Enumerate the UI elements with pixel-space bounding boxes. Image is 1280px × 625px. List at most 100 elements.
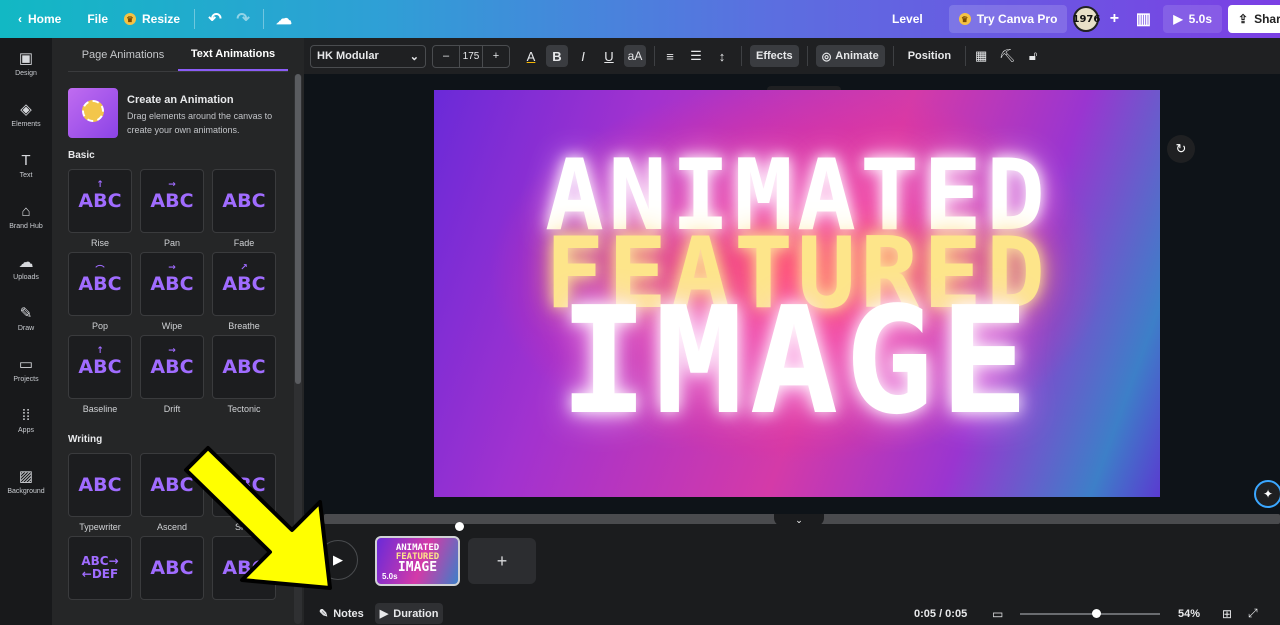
animation-label: Wipe — [161, 321, 183, 331]
list-icon[interactable]: ☰ — [685, 45, 707, 67]
effects-button[interactable]: Effects — [750, 45, 799, 67]
animation-option[interactable]: → ABC Pan — [140, 169, 204, 252]
play-preview-button[interactable]: ▶ 5.0s — [1163, 5, 1222, 33]
rail-item-text[interactable]: T Text — [0, 140, 52, 191]
headline-line-3[interactable]: IMAGE — [434, 287, 1160, 435]
animation-preview-text: ABC — [150, 273, 194, 295]
divider — [806, 46, 808, 66]
redo-icon[interactable]: ↷ — [229, 5, 257, 33]
divider — [965, 46, 967, 66]
animation-preview-tile[interactable]: ⌒ ABC — [68, 252, 132, 316]
zoom-slider[interactable] — [1020, 609, 1160, 618]
animation-preview-tile[interactable]: ↗ ABC — [212, 252, 276, 316]
increase-font-size-button[interactable]: + — [483, 46, 509, 67]
text-color-icon[interactable]: A — [520, 45, 542, 67]
home-button[interactable]: ‹ Home — [10, 5, 69, 33]
underline-icon[interactable]: U — [598, 45, 620, 67]
chevron-left-icon: ‹ — [18, 12, 22, 26]
collapse-chevron-icon[interactable]: ⌄ — [774, 514, 824, 526]
animation-option[interactable]: ABC Fade — [212, 169, 276, 252]
animation-option[interactable]: ABC Typewriter — [68, 453, 132, 536]
notes-button[interactable]: ✎ Notes — [314, 603, 369, 624]
animation-option[interactable]: → ABC Drift — [140, 335, 204, 418]
playhead-marker[interactable] — [455, 522, 464, 531]
magic-assistant-icon[interactable]: ✦ — [1254, 480, 1280, 508]
create-animation-description: Drag elements around the canvas to creat… — [127, 111, 273, 135]
animation-preview-tile[interactable]: → ABC — [140, 169, 204, 233]
tab-text-animations[interactable]: Text Animations — [178, 38, 288, 71]
duration-label: Duration — [393, 607, 439, 620]
font-size-stepper: – 175 + — [432, 44, 510, 68]
animation-option[interactable]: ↑ ABC Baseline — [68, 335, 132, 418]
file-menu-button[interactable]: File — [79, 5, 116, 33]
resize-button[interactable]: ♛ Resize — [116, 5, 188, 33]
insights-chart-icon[interactable]: ▥ — [1129, 5, 1157, 33]
spacing-icon[interactable]: ↕ — [711, 45, 733, 67]
level-button[interactable]: Level — [884, 5, 931, 33]
brand-hub-icon: ⌂ — [21, 202, 31, 220]
rail-item-elements[interactable]: ◈ Elements — [0, 89, 52, 140]
clip-duration: 5.0s — [382, 572, 398, 581]
zoom-percentage[interactable]: 54% — [1178, 608, 1200, 620]
animation-preview-tile[interactable]: ABC — [68, 453, 132, 517]
rail-item-apps[interactable]: ⁞⁞ Apps — [0, 395, 52, 446]
rail-item-uploads[interactable]: ☁ Uploads — [0, 242, 52, 293]
animation-option[interactable]: ABC→ ←DEF — [68, 536, 132, 619]
animation-preview-tile[interactable]: ABC→ ←DEF — [68, 536, 132, 600]
animation-preview-tile[interactable]: → ABC — [140, 252, 204, 316]
animation-preview-tile[interactable]: → ABC — [140, 335, 204, 399]
font-size-input[interactable]: 175 — [459, 45, 483, 67]
file-label: File — [87, 12, 109, 26]
add-page-button[interactable]: + — [468, 538, 536, 584]
presenter-view-icon[interactable]: ▭ — [992, 607, 1003, 621]
letter-case-icon[interactable]: aA — [624, 45, 646, 67]
grid-view-icon[interactable]: ⊞ — [1222, 607, 1232, 621]
animation-option[interactable]: ABC Tectonic — [212, 335, 276, 418]
rotate-refresh-icon[interactable]: ↻ — [1167, 135, 1195, 163]
animation-preview-tile[interactable]: ABC — [212, 169, 276, 233]
scrollbar-thumb[interactable] — [295, 74, 301, 384]
lock-icon[interactable]: 🔓︎ — [1022, 45, 1044, 67]
zoom-slider-knob[interactable] — [1091, 609, 1101, 618]
try-canva-pro-button[interactable]: ♛ Try Canva Pro — [948, 5, 1068, 33]
fullscreen-icon[interactable]: ⤢ — [1248, 606, 1258, 621]
animation-preview-text: ABC — [78, 474, 122, 496]
add-collaborator-icon[interactable]: + — [1105, 5, 1123, 33]
animate-button[interactable]: ◎ Animate — [815, 45, 885, 67]
rail-item-label: Elements — [11, 120, 41, 128]
animation-option[interactable]: → ABC Wipe — [140, 252, 204, 335]
animation-option[interactable]: ↑ ABC Rise — [68, 169, 132, 252]
animation-preview-tile[interactable]: ↑ ABC — [68, 169, 132, 233]
decrease-font-size-button[interactable]: – — [433, 46, 459, 67]
uploads-icon: ☁ — [18, 253, 34, 271]
duration-button[interactable]: ▶ Duration — [374, 603, 444, 624]
share-button[interactable]: ⇪ Share — [1228, 5, 1280, 33]
avatar[interactable]: 1976 — [1072, 6, 1100, 32]
create-animation-card[interactable]: Create an Animation Drag elements around… — [52, 72, 304, 138]
rail-item-projects[interactable]: ▭ Projects — [0, 344, 52, 395]
animation-option[interactable]: ⌒ ABC Pop — [68, 252, 132, 335]
transparency-icon[interactable]: ▦ — [970, 45, 992, 67]
animation-option[interactable]: ↗ ABC Breathe — [212, 252, 276, 335]
rail-item-draw[interactable]: ✎ Draw — [0, 293, 52, 344]
animation-preview-tile[interactable]: ↑ ABC — [68, 335, 132, 399]
panel-tabs: Page Animations Text Animations — [68, 38, 288, 72]
design-canvas[interactable]: ANIMATED FEATURED IMAGE — [434, 90, 1160, 497]
position-label: Position — [907, 50, 952, 62]
italic-icon[interactable]: I — [572, 45, 594, 67]
rail-item-brand-hub[interactable]: ⌂ Brand Hub — [0, 191, 52, 242]
basic-heading: Basic — [68, 150, 95, 161]
bold-icon[interactable]: B — [546, 45, 568, 67]
rail-item-background[interactable]: ▨ Background — [0, 456, 52, 507]
page-clip-thumbnail[interactable]: ANIMATED FEATURED IMAGE 5.0s — [375, 536, 460, 586]
font-family-select[interactable]: HK Modular ⌄ — [310, 44, 426, 68]
animation-preview-tile[interactable]: ABC — [212, 335, 276, 399]
cloud-save-icon[interactable]: ☁ — [270, 5, 298, 33]
rail-item-label: Projects — [13, 375, 39, 383]
position-button[interactable]: Position — [902, 45, 957, 67]
rail-item-design[interactable]: ▣ Design — [0, 38, 52, 89]
undo-icon[interactable]: ↶ — [201, 5, 229, 33]
align-center-icon[interactable]: ≡ — [659, 45, 681, 67]
paint-roller-icon[interactable]: ⛏ — [996, 45, 1018, 67]
tab-page-animations[interactable]: Page Animations — [68, 38, 178, 71]
